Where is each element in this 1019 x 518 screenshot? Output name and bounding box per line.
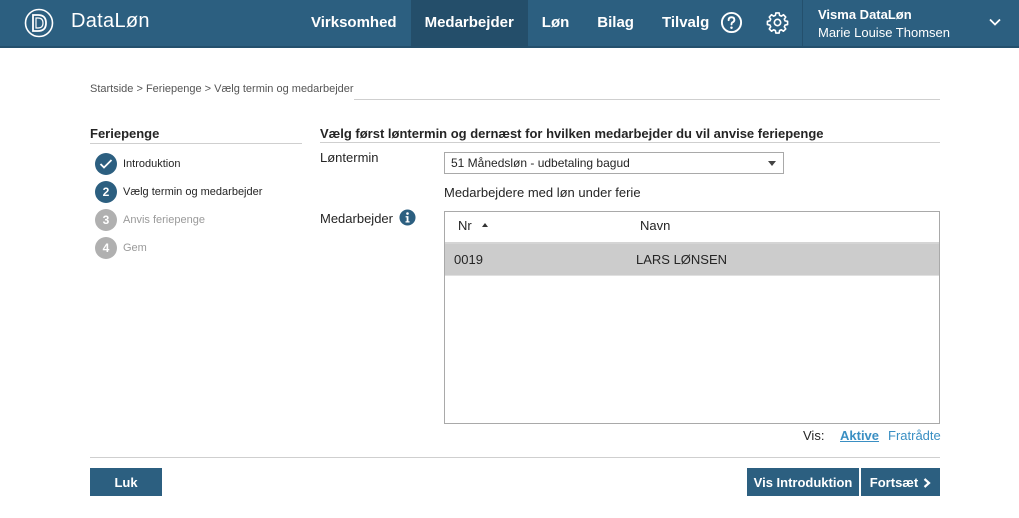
- filter-active-link[interactable]: Aktive: [840, 428, 879, 443]
- step-label: Introduktion: [123, 158, 181, 170]
- continue-button[interactable]: Fortsæt: [861, 468, 940, 496]
- filter-retired-link[interactable]: Fratrådte: [888, 428, 941, 443]
- step-label: Vælg termin og medarbejder: [123, 186, 263, 198]
- list-caption: Medarbejdere med løn under ferie: [444, 185, 641, 200]
- nav-item-medarbejder[interactable]: Medarbejder: [410, 0, 528, 48]
- user-company: Visma DataLøn: [818, 7, 912, 22]
- breadcrumb[interactable]: Startside > Feriepenge > Vælg termin og …: [90, 83, 354, 95]
- footer-divider: [90, 457, 940, 458]
- employee-table: Nr Navn 0019 LARS LØNSEN: [444, 211, 940, 424]
- nav-item-loen[interactable]: Løn: [528, 0, 584, 48]
- continue-button-label: Fortsæt: [869, 474, 919, 490]
- user-menu[interactable]: Visma DataLøn Marie Louise Thomsen: [802, 0, 1019, 48]
- cell-navn: LARS LØNSEN: [636, 252, 728, 267]
- employee-label: Medarbejder: [320, 211, 393, 226]
- close-button[interactable]: Luk: [90, 468, 162, 496]
- nav-item-tilvalg[interactable]: Tilvalg: [648, 0, 723, 48]
- caret-down-icon: [768, 161, 776, 166]
- step-anvis-feriepenge[interactable]: 3 Anvis feriepenge: [95, 209, 205, 231]
- nav-item-bilag[interactable]: Bilag: [583, 0, 648, 48]
- help-icon[interactable]: [720, 11, 743, 34]
- column-header-nr[interactable]: Nr: [458, 212, 488, 242]
- filter-label: Vis:: [803, 428, 825, 443]
- checkmark-icon: [99, 159, 113, 169]
- sort-ascending-icon: [481, 222, 488, 227]
- brand-name: DataLøn: [71, 10, 150, 32]
- dataloen-logo-icon[interactable]: [24, 6, 54, 40]
- step-gem[interactable]: 4 Gem: [95, 237, 147, 259]
- chevron-right-icon: [923, 478, 931, 488]
- step-number: 4: [95, 237, 117, 259]
- user-name: Marie Louise Thomsen: [818, 25, 950, 40]
- step-introduktion[interactable]: Introduktion: [95, 153, 180, 175]
- column-header-label: Nr: [458, 218, 472, 233]
- steps-divider: [90, 143, 302, 144]
- term-label: Løntermin: [320, 150, 379, 165]
- step-number: 3: [95, 209, 117, 231]
- section-title: Vælg først løntermin og dernæst for hvil…: [320, 126, 824, 141]
- step-done-badge: [95, 153, 117, 175]
- column-header-navn[interactable]: Navn: [640, 212, 670, 242]
- row-divider: [445, 275, 939, 276]
- main-nav: Virksomhed Medarbejder Løn Bilag Tilvalg: [297, 0, 723, 48]
- chevron-down-icon[interactable]: [989, 17, 1001, 27]
- steps-title: Feriepenge: [90, 126, 160, 141]
- step-number: 2: [95, 181, 117, 203]
- show-intro-button[interactable]: Vis Introduktion: [747, 468, 859, 496]
- step-label: Gem: [123, 242, 147, 254]
- term-select[interactable]: 51 Månedsløn - udbetaling bagud: [444, 152, 784, 174]
- nav-item-virksomhed[interactable]: Virksomhed: [297, 0, 411, 48]
- step-label: Anvis feriepenge: [123, 214, 205, 226]
- table-row[interactable]: 0019 LARS LØNSEN: [445, 244, 939, 275]
- breadcrumb-divider: [354, 99, 940, 100]
- section-divider: [320, 142, 940, 143]
- cell-nr: 0019: [454, 252, 483, 267]
- top-bar: DataLøn Virksomhed Medarbejder Løn Bilag…: [0, 0, 1019, 48]
- info-icon[interactable]: [399, 209, 416, 226]
- gear-icon[interactable]: [766, 11, 789, 34]
- step-vaelg-termin[interactable]: 2 Vælg termin og medarbejder: [95, 181, 262, 203]
- term-select-value: 51 Månedsløn - udbetaling bagud: [451, 156, 630, 170]
